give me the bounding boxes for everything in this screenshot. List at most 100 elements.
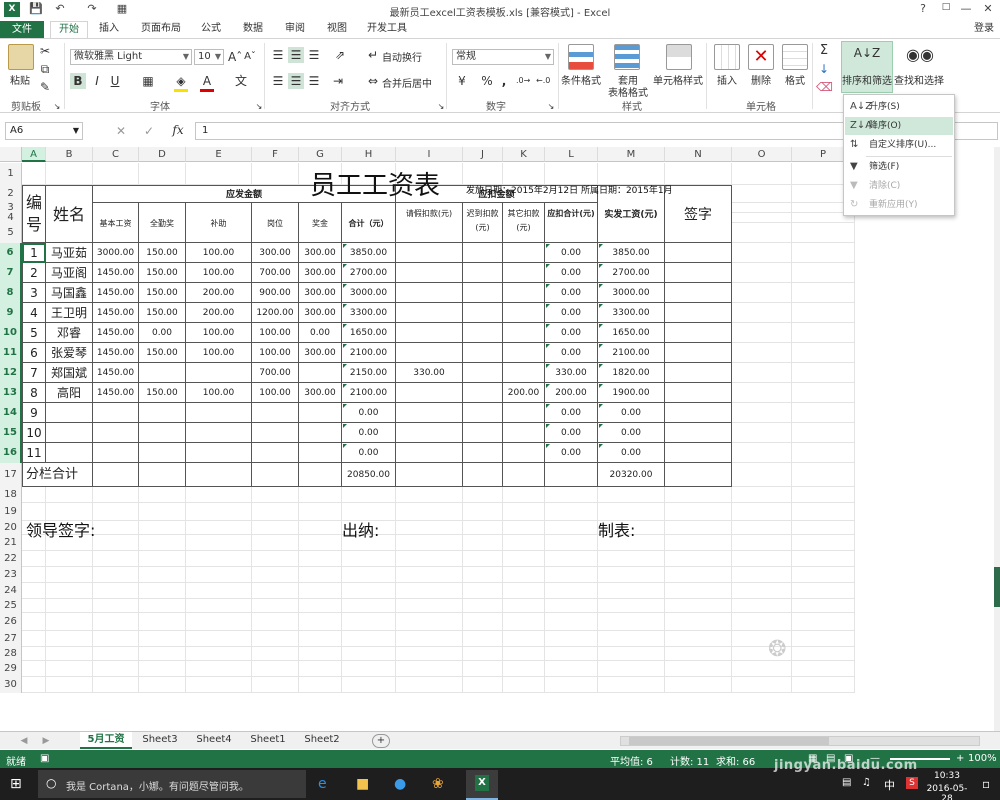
grid-cell[interactable]: [93, 163, 139, 185]
row-number-cell[interactable]: 2: [22, 263, 46, 283]
grid-cell[interactable]: [503, 583, 545, 599]
grid-cell[interactable]: [186, 647, 252, 661]
grid-cell[interactable]: [732, 443, 792, 463]
grid-cell[interactable]: [342, 583, 396, 599]
grid-cell[interactable]: [732, 583, 792, 599]
zoom-in-icon[interactable]: +: [956, 753, 964, 764]
row-header[interactable]: 25: [0, 599, 22, 613]
sheet-tab[interactable]: Sheet4: [190, 732, 238, 749]
value-cell[interactable]: 700.00: [252, 363, 299, 383]
value-cell[interactable]: 300.00: [299, 263, 342, 283]
add-sheet-button[interactable]: +: [372, 734, 390, 748]
value-cell[interactable]: [463, 303, 503, 323]
clock-date[interactable]: 2016-05-28: [922, 784, 972, 800]
grid-cell[interactable]: [46, 599, 93, 613]
decrease-decimal-icon[interactable]: ←.0: [536, 73, 550, 89]
grid-cell[interactable]: [732, 463, 792, 487]
tab-file[interactable]: 文件: [0, 21, 44, 38]
value-cell[interactable]: 0.00: [342, 403, 396, 423]
value-cell[interactable]: 0.00: [545, 263, 598, 283]
value-cell[interactable]: [396, 283, 463, 303]
phonetic-icon[interactable]: 文: [234, 73, 248, 89]
dialog-launcher-icon[interactable]: ↘: [52, 99, 62, 115]
grid-cell[interactable]: [463, 487, 503, 503]
grid-cell[interactable]: [598, 631, 665, 647]
row-header[interactable]: 30: [0, 677, 22, 693]
value-cell[interactable]: [463, 363, 503, 383]
font-color-icon[interactable]: A: [200, 73, 214, 92]
tab-home[interactable]: 开始: [50, 21, 88, 38]
grid-cell[interactable]: [732, 599, 792, 613]
grid-cell[interactable]: [342, 661, 396, 677]
employee-name-cell[interactable]: [46, 423, 93, 443]
merge-center-button[interactable]: 合并后居中: [382, 75, 438, 90]
grid-cell[interactable]: [503, 567, 545, 583]
value-cell[interactable]: [463, 243, 503, 263]
sort-menu-item[interactable]: A↓Z 升序(S): [845, 98, 953, 116]
grid-cell[interactable]: [463, 613, 503, 631]
value-cell[interactable]: [396, 403, 463, 423]
subtotal-cell[interactable]: [503, 463, 545, 487]
value-cell[interactable]: 100.00: [186, 263, 252, 283]
value-cell[interactable]: [463, 383, 503, 403]
grid-cell[interactable]: [792, 303, 855, 323]
grid-cell[interactable]: [732, 363, 792, 383]
value-cell[interactable]: 2100.00: [342, 343, 396, 363]
grid-cell[interactable]: [396, 551, 463, 567]
grid-cell[interactable]: [665, 583, 732, 599]
grid-cell[interactable]: [186, 677, 252, 693]
grid-cell[interactable]: [342, 599, 396, 613]
tab-formulas[interactable]: 公式: [196, 21, 226, 38]
column-header[interactable]: O: [732, 147, 792, 162]
grid-cell[interactable]: [396, 661, 463, 677]
grid-cell[interactable]: [22, 613, 46, 631]
value-cell[interactable]: 3000.00: [598, 283, 665, 303]
find-select-button[interactable]: 查找和选择: [894, 72, 944, 87]
macro-record-icon[interactable]: ▣: [40, 753, 49, 764]
grid-cell[interactable]: [732, 243, 792, 263]
grid-cell[interactable]: [186, 163, 252, 185]
grid-cell[interactable]: [792, 503, 855, 521]
horizontal-scrollbar[interactable]: [620, 736, 980, 746]
grid-cell[interactable]: [732, 383, 792, 403]
grid-cell[interactable]: [93, 551, 139, 567]
value-cell[interactable]: [252, 403, 299, 423]
value-cell[interactable]: [503, 403, 545, 423]
grid-cell[interactable]: [93, 661, 139, 677]
paste-button[interactable]: 粘贴: [4, 72, 36, 87]
value-cell[interactable]: [463, 343, 503, 363]
grid-cell[interactable]: [139, 551, 186, 567]
value-cell[interactable]: [503, 283, 545, 303]
tab-developer[interactable]: 开发工具: [364, 21, 410, 38]
tab-review[interactable]: 审阅: [280, 21, 310, 38]
grid-cell[interactable]: [46, 677, 93, 693]
column-header[interactable]: A: [22, 147, 46, 162]
grid-cell[interactable]: [252, 487, 299, 503]
subtotal-cell[interactable]: [396, 463, 463, 487]
grid-cell[interactable]: [299, 567, 342, 583]
fill-icon[interactable]: ↓: [816, 61, 832, 77]
value-cell[interactable]: 700.00: [252, 263, 299, 283]
grid-cell[interactable]: [252, 613, 299, 631]
grid-cell[interactable]: [299, 677, 342, 693]
value-cell[interactable]: 0.00: [545, 343, 598, 363]
grid-cell[interactable]: [503, 599, 545, 613]
grid-cell[interactable]: [342, 551, 396, 567]
insert-cells-button[interactable]: 插入: [710, 72, 744, 87]
grid-cell[interactable]: [342, 487, 396, 503]
decrease-font-icon[interactable]: Aˇ: [244, 49, 256, 65]
font-size-select[interactable]: 10 ▼: [194, 49, 224, 65]
grid-cell[interactable]: [93, 521, 139, 535]
grid-cell[interactable]: [732, 503, 792, 521]
wrap-text-icon[interactable]: ↵: [366, 47, 380, 63]
value-cell[interactable]: 0.00: [545, 243, 598, 263]
value-cell[interactable]: [463, 283, 503, 303]
grid-cell[interactable]: [252, 677, 299, 693]
value-cell[interactable]: 2150.00: [342, 363, 396, 383]
grid-cell[interactable]: [463, 551, 503, 567]
grid-cell[interactable]: [22, 677, 46, 693]
grid-cell[interactable]: [732, 343, 792, 363]
paint-icon[interactable]: ❀: [432, 776, 444, 792]
value-cell[interactable]: [299, 423, 342, 443]
grid-cell[interactable]: [545, 521, 598, 535]
